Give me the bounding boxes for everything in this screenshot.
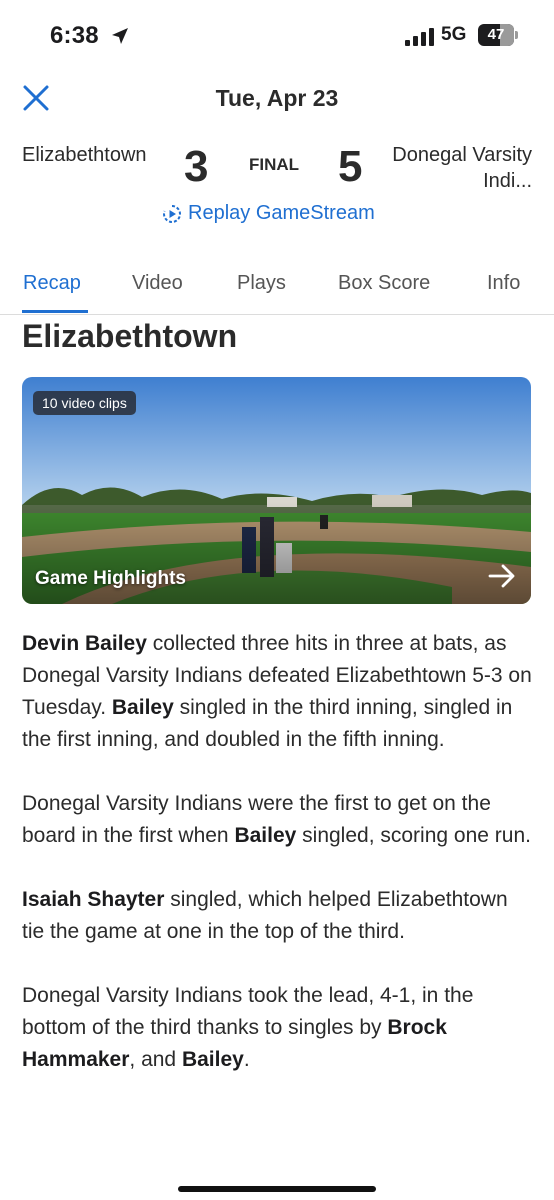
status-bar: 6:38 5G 47 <box>0 0 554 74</box>
cellular-signal-icon <box>405 28 434 46</box>
home-team-score: 3 <box>184 142 209 191</box>
battery-icon: 47 <box>478 24 518 46</box>
section-title: Elizabethtown <box>22 318 238 354</box>
tab-bar: Recap Video Plays Box Score Info <box>0 262 554 315</box>
battery-level: 47 <box>487 26 505 43</box>
replay-gamestream-link[interactable]: Replay GameStream <box>162 202 375 225</box>
away-team-name[interactable]: Donegal Varsity Indi... <box>382 142 532 194</box>
player-name: Isaiah Shayter <box>22 888 165 911</box>
tab-video[interactable]: Video <box>132 272 183 295</box>
arrow-right-icon <box>488 564 515 588</box>
network-type: 5G <box>441 24 467 45</box>
location-arrow-icon <box>112 28 128 44</box>
tab-box-score[interactable]: Box Score <box>338 272 430 295</box>
video-title: Game Highlights <box>35 568 186 589</box>
article-paragraph: Isaiah Shayter singled, which helped Eli… <box>22 888 508 943</box>
game-status: FINAL <box>249 155 300 174</box>
article-paragraph: Donegal Varsity Indians were the first t… <box>22 792 531 847</box>
player-name: Devin Bailey <box>22 632 147 655</box>
tab-plays[interactable]: Plays <box>237 272 286 295</box>
recap-article: Devin Bailey collected three hits in thr… <box>22 628 532 1108</box>
active-tab-indicator <box>22 310 88 313</box>
tab-recap[interactable]: Recap <box>23 272 81 295</box>
tab-info[interactable]: Info <box>487 272 520 295</box>
page-title: Tue, Apr 23 <box>215 85 339 111</box>
game-highlights-video-card[interactable]: 10 video clips Game Highlights <box>22 377 531 604</box>
article-paragraph: Donegal Varsity Indians took the lead, 4… <box>22 984 474 1071</box>
article-paragraph: Devin Bailey collected three hits in thr… <box>22 632 532 751</box>
status-time: 6:38 <box>50 22 99 49</box>
player-name: Bailey <box>181 1048 244 1071</box>
player-name: Bailey <box>111 696 174 719</box>
video-clips-badge: 10 video clips <box>33 391 136 415</box>
away-team-score: 5 <box>338 142 363 191</box>
home-indicator[interactable] <box>178 1186 376 1192</box>
replay-label: Replay GameStream <box>188 202 375 224</box>
home-team-name[interactable]: Elizabethtown <box>22 142 162 168</box>
player-name: Bailey <box>234 824 297 847</box>
replay-icon <box>163 204 181 223</box>
